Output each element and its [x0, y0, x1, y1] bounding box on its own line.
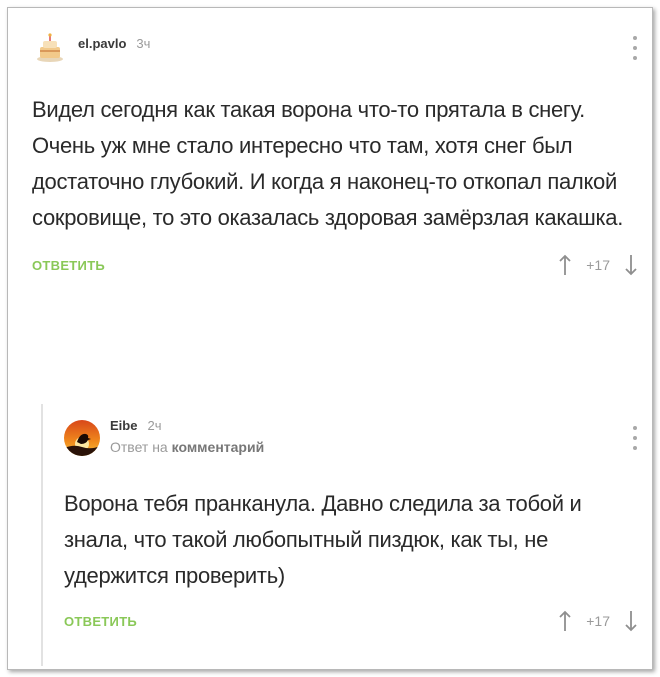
comment-text: Ворона тебя пранканула. Давно следила за…: [64, 491, 582, 588]
author-name[interactable]: el.pavlo: [78, 36, 126, 51]
comment-thread: el.pavlo 3ч Видел сегодня как такая воро…: [7, 7, 653, 670]
reply-to-link[interactable]: комментарий: [172, 439, 265, 455]
reply-to-prefix: Ответ на: [110, 439, 168, 455]
avatar-sunset-bird-icon: [64, 420, 100, 456]
name-row: Eibe 2ч: [110, 418, 264, 433]
avatar[interactable]: [32, 30, 68, 66]
comment-time: 3ч: [136, 36, 151, 51]
comment-footer: ОТВЕТИТЬ +17: [32, 250, 644, 280]
author-name[interactable]: Eibe: [110, 418, 137, 433]
comment-text: Видел сегодня как такая ворона что-то пр…: [32, 97, 624, 230]
reply-to-label: Ответ на комментарий: [110, 439, 264, 455]
comment-eibe: Eibe 2ч Ответ на комментарий Ворона тебя…: [64, 418, 644, 636]
reply-thread-line[interactable]: [41, 404, 43, 666]
downvote-icon[interactable]: [624, 254, 638, 276]
comment-el-pavlo: el.pavlo 3ч Видел сегодня как такая воро…: [32, 28, 644, 280]
comment-footer: ОТВЕТИТЬ +17: [64, 606, 644, 636]
upvote-icon[interactable]: [558, 610, 572, 632]
rating-score: +17: [586, 257, 610, 273]
more-icon[interactable]: [632, 426, 638, 450]
rating-score: +17: [586, 613, 610, 629]
more-icon[interactable]: [632, 36, 638, 60]
avatar-cake-icon: [32, 30, 68, 66]
upvote-icon[interactable]: [558, 254, 572, 276]
reply-button[interactable]: ОТВЕТИТЬ: [64, 614, 137, 629]
name-row: el.pavlo 3ч: [78, 36, 150, 51]
comment-header: Eibe 2ч Ответ на комментарий: [64, 418, 644, 456]
comment-meta: Eibe 2ч Ответ на комментарий: [110, 418, 264, 455]
rating: +17: [558, 250, 638, 280]
comment-meta: el.pavlo 3ч: [78, 28, 150, 51]
rating: +17: [558, 606, 638, 636]
reply-button[interactable]: ОТВЕТИТЬ: [32, 258, 105, 273]
comment-time: 2ч: [147, 418, 162, 433]
comment-header: el.pavlo 3ч: [32, 28, 644, 66]
avatar[interactable]: [64, 420, 100, 456]
downvote-icon[interactable]: [624, 610, 638, 632]
